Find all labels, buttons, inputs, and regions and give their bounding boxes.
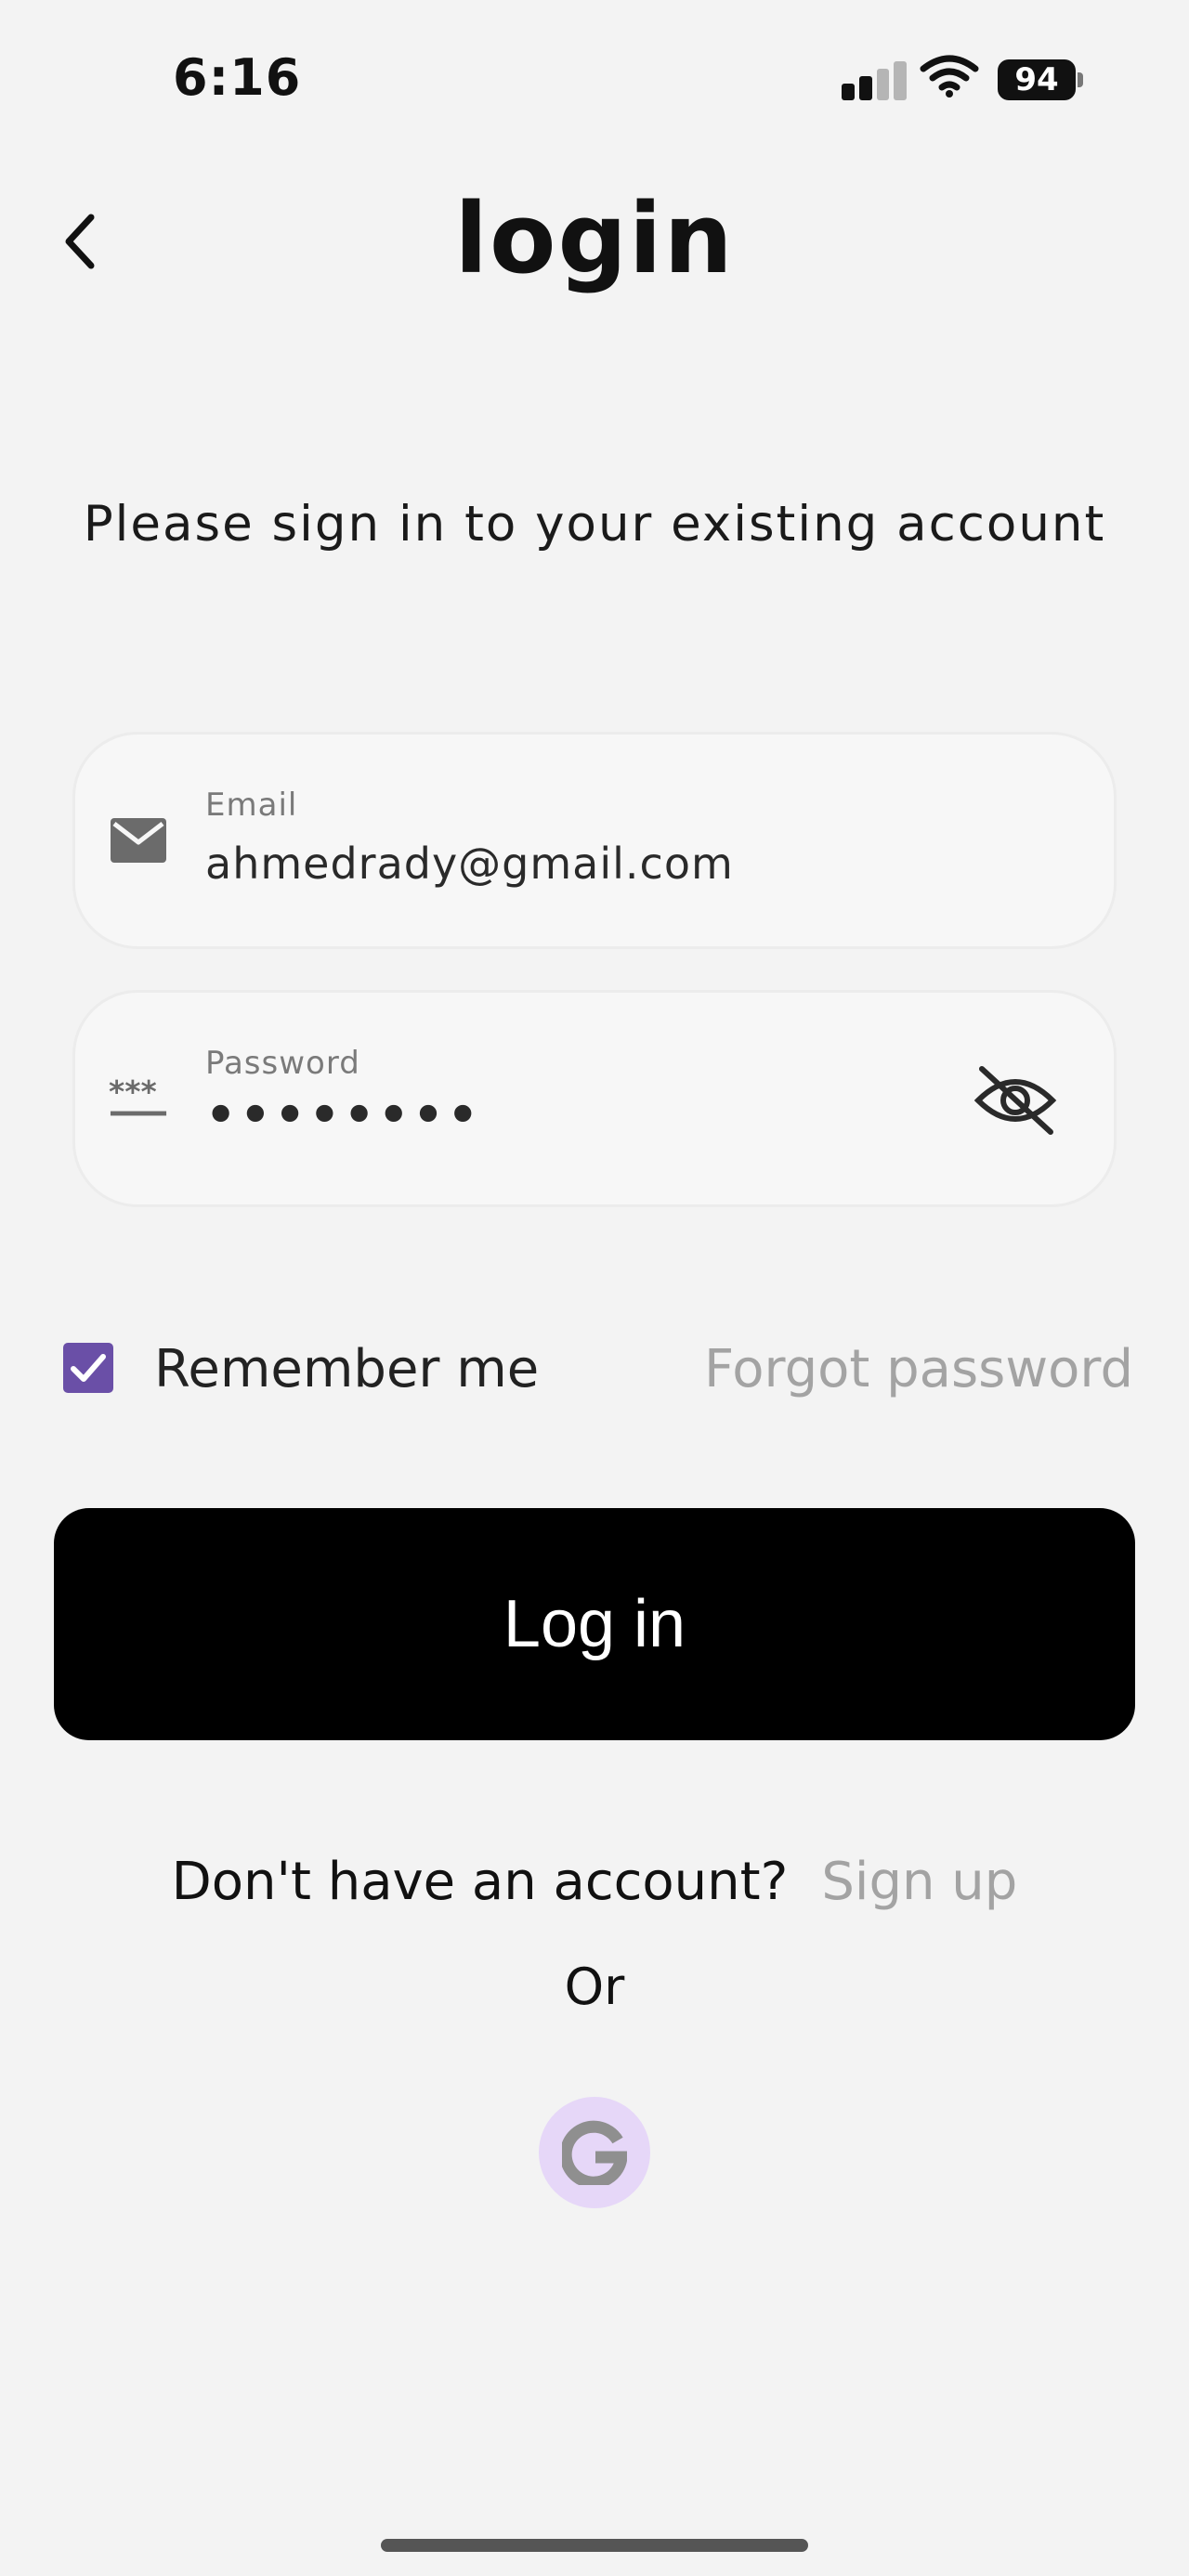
email-field[interactable]: Email ahmedrady@gmail.com <box>72 732 1117 949</box>
wifi-icon <box>920 54 979 98</box>
remember-me-checkbox[interactable] <box>63 1343 113 1393</box>
checkmark-icon <box>71 1354 106 1382</box>
battery-icon: 94 <box>998 59 1083 100</box>
cellular-signal-icon <box>842 59 907 100</box>
password-visibility-toggle[interactable] <box>969 1061 1062 1139</box>
google-signin-button[interactable] <box>539 2097 650 2208</box>
or-divider-text: Or <box>564 1958 625 2016</box>
page-title: login <box>454 182 735 295</box>
password-value[interactable]: •••••••• <box>205 1087 482 1143</box>
signup-row: Don't have an account? Sign up <box>0 1852 1189 1912</box>
email-value[interactable]: ahmedrady@gmail.com <box>205 839 734 889</box>
status-time: 6:16 <box>173 48 302 107</box>
home-indicator <box>381 2539 808 2552</box>
password-label: Password <box>205 1045 360 1082</box>
login-button[interactable]: Log in <box>54 1508 1135 1740</box>
subtitle: Please sign in to your existing account <box>83 496 1106 553</box>
forgot-password-link[interactable]: Forgot password <box>704 1339 1133 1399</box>
password-asterisk-icon: *** <box>109 1069 168 1128</box>
eye-off-icon <box>973 1066 1057 1135</box>
signup-link[interactable]: Sign up <box>821 1852 1017 1912</box>
google-icon <box>562 2120 627 2185</box>
remember-me-label[interactable]: Remember me <box>154 1339 539 1399</box>
email-label: Email <box>205 787 298 824</box>
password-field[interactable]: *** Password •••••••• <box>72 990 1117 1207</box>
battery-level: 94 <box>998 59 1076 100</box>
svg-text:***: *** <box>109 1078 157 1110</box>
signup-question: Don't have an account? <box>171 1852 789 1912</box>
envelope-icon <box>109 811 168 870</box>
